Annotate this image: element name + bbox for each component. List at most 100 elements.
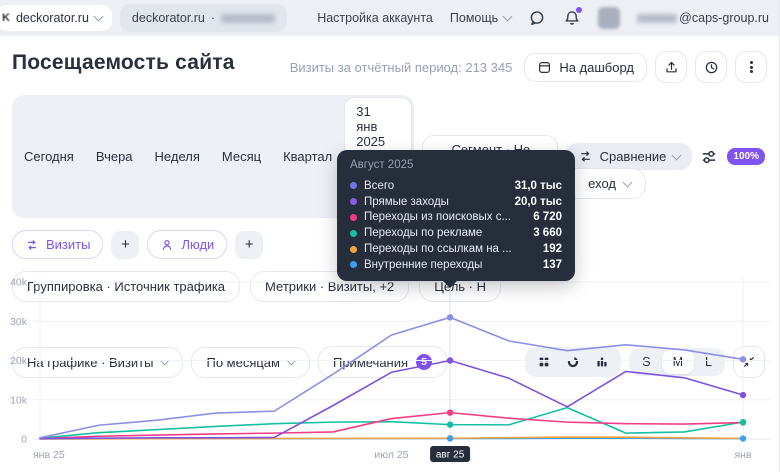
hovered-x-label: авг 25	[436, 450, 465, 461]
share-icon	[665, 61, 677, 72]
traffic-chart[interactable]: 0 10k 20k 30k 40k янв 25 июл 25 авг 25 янв	[0, 270, 779, 472]
clock-icon	[705, 61, 717, 73]
tooltip-value: 137	[542, 258, 562, 271]
period-yesterday[interactable]: Вчера	[85, 142, 144, 171]
hover-point-0	[446, 314, 454, 321]
y-tick-label: 10k	[10, 394, 28, 406]
tooltip-value: 31,0 тыс	[514, 179, 562, 192]
to-dashboard-label: На дашборд	[559, 59, 634, 75]
sliders-icon	[703, 150, 716, 163]
topbar-right: Настройка аккаунта Помощь @caps-group.ru	[317, 7, 769, 29]
user-avatar[interactable]	[598, 7, 621, 29]
tooltip-label: Всего	[364, 179, 395, 192]
person-icon	[163, 239, 172, 250]
people-metric-pill[interactable]: Люди	[147, 230, 228, 259]
tooltip-label: Внутренние переходы	[364, 258, 483, 271]
tooltip-title: Август 2025	[350, 159, 414, 171]
tooltip-row: Прямые заходы 20,0 тыс	[350, 194, 562, 210]
chevron-down-icon	[502, 11, 513, 22]
x-tick-label: июл 25	[374, 449, 408, 461]
comparison-button[interactable]: Сравнение	[565, 143, 693, 170]
chat-icon[interactable]	[528, 9, 546, 27]
hover-point-2	[446, 409, 454, 416]
tooltip-value: 6 720	[533, 211, 562, 224]
counter-tab-label: deckorator.ru	[15, 11, 89, 25]
series-line-0	[39, 316, 744, 439]
top-bar: K deckorator.ru deckorator.ru · Настройк…	[0, 0, 779, 36]
tooltip-row: Переходы из поисковых с... 6 720	[350, 210, 562, 226]
tooltip-label: Переходы по рекламе	[364, 227, 483, 240]
sampling-controls[interactable]: 100%	[700, 148, 767, 166]
visits-summary: Визиты за отчётный период: 213 345	[289, 59, 513, 75]
traffic-chart-svg: 0 10k 20k 30k 40k янв 25 июл 25 авг 25 янв	[10, 276, 770, 462]
metrica-traffic-page: K deckorator.ru deckorator.ru · Настройк…	[0, 0, 780, 472]
chevron-down-icon	[622, 177, 633, 187]
comparison-label: Сравнение	[599, 149, 667, 164]
period-week[interactable]: Неделя	[144, 142, 211, 171]
redacted-email-user	[637, 13, 678, 23]
tooltip-row: Переходы по рекламе 3 660	[350, 225, 562, 241]
tooltip-row: Внутренние переходы 137	[350, 257, 562, 273]
hover-point-1	[446, 357, 454, 364]
end-point-0	[739, 356, 747, 363]
series-dot-ads	[350, 229, 357, 237]
visits-icon	[27, 239, 37, 250]
account-settings-link[interactable]: Настройка аккаунта	[317, 11, 433, 25]
x-tick-label: янв 25	[33, 449, 65, 461]
y-tick-label: 20k	[10, 355, 28, 367]
series-dot-total	[350, 182, 357, 190]
kebab-icon	[749, 60, 753, 75]
counter-tab[interactable]: K deckorator.ru	[0, 5, 112, 31]
period-today[interactable]: Сегодня	[13, 142, 85, 171]
series-dot-direct	[350, 198, 357, 206]
x-tick-label: янв	[734, 449, 751, 461]
help-label: Помощь	[449, 11, 499, 25]
user-email[interactable]: @caps-group.ru	[637, 11, 769, 25]
help-menu[interactable]: Помощь	[449, 11, 513, 25]
visits-metric-pill[interactable]: Визиты	[12, 230, 104, 259]
add-visits-metric-button[interactable]: +	[111, 230, 140, 259]
end-point-3	[739, 418, 747, 426]
tooltip-label: Переходы из поисковых с...	[364, 211, 512, 224]
tooltip-label: Прямые заходы	[364, 195, 449, 208]
period-quarter[interactable]: Квартал	[272, 142, 343, 171]
dashboard-icon	[539, 61, 551, 73]
tooltip-value: 20,0 тыс	[514, 195, 562, 208]
export-button[interactable]	[655, 51, 687, 83]
redacted-counter-id	[221, 13, 276, 23]
notification-dot	[576, 7, 583, 13]
series-dot-links	[350, 245, 357, 253]
end-point-5	[739, 435, 747, 442]
counter-site-label: deckorator.ru	[131, 11, 205, 25]
separator-dot: ·	[210, 11, 216, 25]
chevron-down-icon	[671, 150, 682, 160]
sampling-badge: 100%	[727, 148, 765, 165]
attribution-label: еход	[588, 176, 616, 191]
comparison-icon	[580, 151, 590, 162]
y-tick-label: 30k	[10, 316, 28, 328]
y-tick-label: 40k	[10, 277, 28, 289]
end-point-1	[739, 391, 747, 399]
y-tick-label: 0	[21, 434, 27, 446]
period-month[interactable]: Месяц	[211, 142, 272, 171]
visits-metric-label: Визиты	[46, 237, 91, 252]
tooltip-value: 192	[542, 243, 562, 256]
chart-tooltip: Август 2025 Всего 31,0 тыс Прямые заходы…	[337, 150, 575, 288]
notifications-bell[interactable]	[563, 7, 583, 27]
tooltip-row: Переходы по ссылкам на ... 192	[350, 241, 562, 257]
hover-point-3	[446, 421, 454, 428]
more-menu-button[interactable]	[735, 51, 767, 83]
tooltip-value: 3 660	[533, 227, 562, 240]
history-button[interactable]	[695, 51, 727, 83]
series-line-3	[39, 406, 744, 440]
add-people-metric-button[interactable]: +	[235, 230, 264, 259]
to-dashboard-button[interactable]: На дашборд	[524, 52, 647, 82]
chevron-down-icon	[93, 11, 104, 22]
header-actions: Визиты за отчётный период: 213 345 На да…	[290, 51, 767, 83]
email-domain-label: @caps-group.ru	[679, 11, 769, 25]
people-metric-label: Люди	[181, 237, 215, 252]
tooltip-label: Переходы по ссылкам на ...	[364, 243, 512, 256]
series-dot-search	[350, 213, 357, 221]
report-header: Посещаемость сайта Визиты за отчётный пе…	[0, 36, 779, 83]
counter-id-pill[interactable]: deckorator.ru ·	[119, 4, 288, 32]
